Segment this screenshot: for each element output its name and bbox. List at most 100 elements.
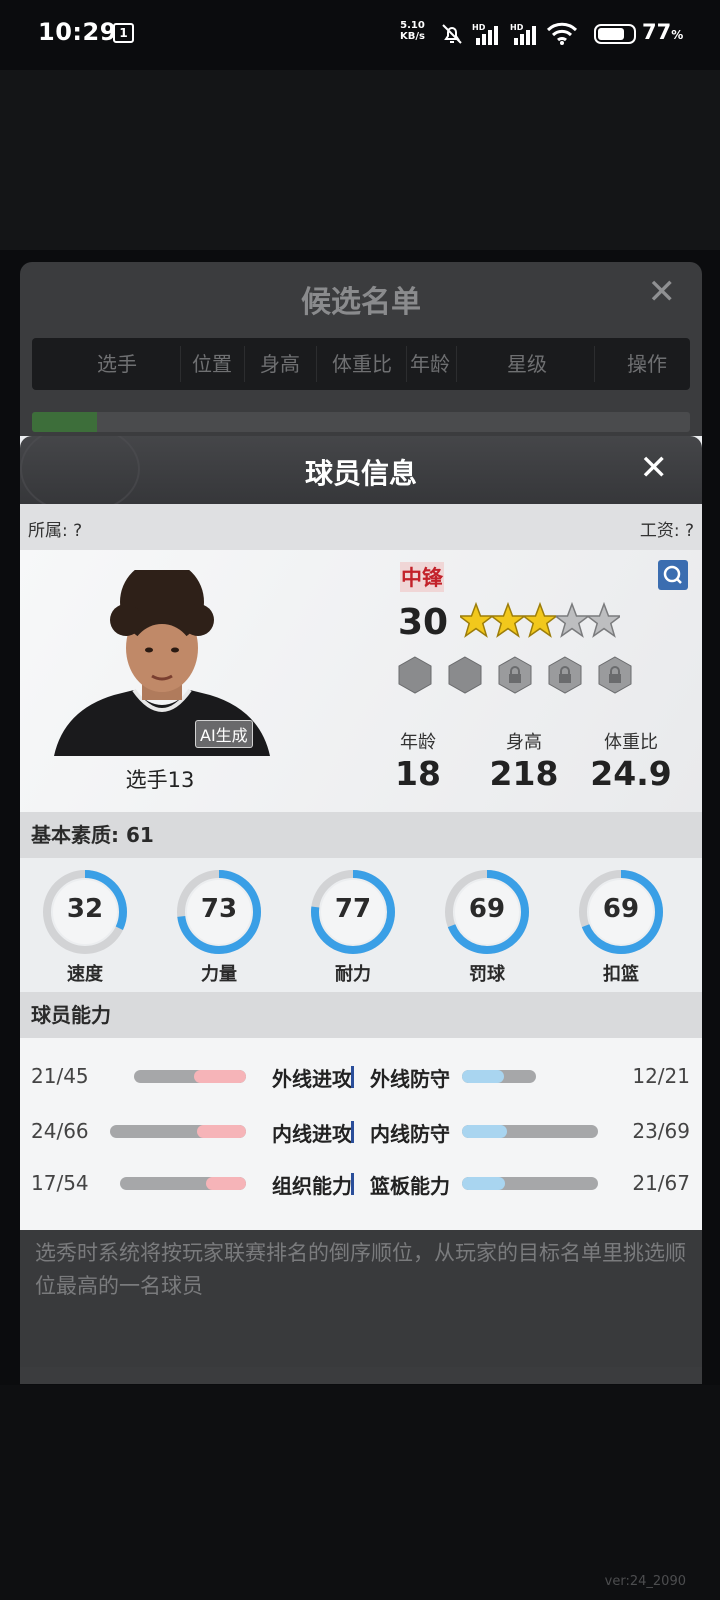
star-half-icon (588, 602, 620, 638)
ability-left-label: 组织能力 (272, 1174, 352, 1198)
ability-list: 21/45 外线进攻 外线防守 12/21 24/66 内线进攻 内线防守 23… (20, 1038, 702, 1230)
ability-left-label: 内线进攻 (272, 1122, 352, 1146)
mute-bell-icon (442, 24, 462, 44)
ring-speed: 32 速度 (41, 868, 129, 986)
ring-free-throw: 69 罚球 (443, 868, 531, 986)
ring-value: 69 (602, 894, 640, 924)
network-speed-value: 5.10 (400, 20, 425, 31)
ring-label: 速度 (67, 964, 103, 985)
signal-icon-2: HD (510, 23, 536, 45)
dimmed-background (0, 70, 720, 250)
weight-ratio-value: 24.9 (590, 754, 672, 793)
draft-rule-note: 选秀时系统将按玩家联赛排名的倒序顺位，从玩家的目标名单里挑选顺位最高的一名球员 (20, 1217, 702, 1367)
svg-text:HD: HD (510, 23, 524, 32)
age-value: 18 (395, 754, 441, 793)
ability-right-label: 篮板能力 (370, 1174, 450, 1198)
locked-slot-icon[interactable] (548, 656, 582, 694)
ring-stamina: 77 耐力 (309, 868, 397, 986)
hexagon-slot-icon[interactable] (448, 656, 482, 694)
height-label: 身高 (506, 732, 542, 753)
ring-value: 32 (66, 894, 104, 924)
col-stars: 星级 (507, 352, 547, 376)
network-speed: 5.10 KB/s (400, 20, 425, 42)
star-rating (460, 602, 620, 642)
ability-row: 24/66 内线进攻 内线防守 23/69 (20, 1111, 702, 1151)
ability-right-label: 内线防守 (370, 1122, 450, 1146)
ring-dunk: 69 扣篮 (577, 868, 665, 986)
ability-divider (351, 1173, 354, 1195)
col-height: 身高 (260, 352, 300, 376)
version-text: ver:24_2090 (604, 1574, 686, 1589)
candidate-table-header: 选手 位置 身高 体重比 年龄 星级 操作 (32, 338, 690, 390)
ability-left-value: 24/66 (31, 1119, 89, 1143)
ability-left-bar (110, 1125, 246, 1138)
ability-right-bar (462, 1177, 598, 1190)
star-empty-icon (556, 602, 588, 638)
ability-left-value: 21/45 (31, 1064, 89, 1088)
ability-right-value: 12/21 (632, 1064, 690, 1088)
ability-right-bar (462, 1125, 598, 1138)
ring-label: 力量 (201, 964, 237, 985)
player-summary: AI生成 选手13 中锋 30 年龄 18 身高 218 体重比 24.9 (20, 550, 702, 812)
ai-generated-tag: AI生成 (195, 720, 253, 748)
col-position: 位置 (192, 352, 232, 376)
position-badge: 中锋 (400, 562, 444, 592)
ability-right-bar (462, 1070, 536, 1083)
basic-quality-header: 基本素质: 61 (20, 812, 702, 858)
svg-text:HD: HD (472, 23, 486, 32)
player-info-dialog: 球员信息 ✕ 所属: ? 工资: ? AI生成 选手13 中锋 30 年龄 18… (20, 436, 702, 1230)
candidate-row[interactable] (32, 412, 690, 432)
ring-strength: 73 力量 (175, 868, 263, 986)
network-speed-unit: KB/s (400, 31, 425, 42)
ring-label: 耐力 (335, 964, 371, 985)
candidate-list-close-icon[interactable]: ✕ (648, 272, 677, 312)
ability-divider (351, 1121, 354, 1143)
col-action: 操作 (627, 352, 667, 376)
player-meta-bar: 所属: ? 工资: ? (20, 504, 702, 550)
age-label: 年龄 (400, 732, 436, 753)
ring-value: 73 (200, 894, 238, 924)
candidate-list-title: 候选名单 (301, 285, 421, 320)
star-icon (524, 602, 556, 638)
ring-value: 77 (334, 894, 372, 924)
battery-icon (594, 24, 636, 44)
skill-slots (398, 656, 632, 694)
player-rating: 30 (398, 602, 449, 643)
close-icon[interactable]: ✕ (640, 448, 669, 488)
search-icon[interactable] (658, 560, 688, 590)
ring-value: 69 (468, 894, 506, 924)
locked-slot-icon[interactable] (498, 656, 532, 694)
player-info-title: 球员信息 (304, 457, 417, 490)
ability-left-value: 17/54 (31, 1171, 89, 1195)
basic-quality-rings: 32 速度 73 力量 77 耐力 69 罚球 69 扣篮 (20, 858, 702, 992)
ability-left-label: 外线进攻 (272, 1067, 352, 1091)
battery-percent: 77% (642, 20, 684, 44)
player-name: 选手13 (125, 768, 195, 792)
ability-right-label: 外线防守 (370, 1067, 450, 1091)
ability-right-value: 23/69 (632, 1119, 690, 1143)
wifi-icon (546, 22, 578, 45)
affiliation-text: 所属: ? (28, 521, 83, 541)
weight-ratio-label: 体重比 (604, 732, 658, 753)
dimmed-background-bottom (0, 1385, 720, 1600)
ring-label: 罚球 (469, 964, 505, 985)
ability-row: 21/45 外线进攻 外线防守 12/21 (20, 1056, 702, 1096)
ring-label: 扣篮 (603, 964, 639, 985)
col-weight-ratio: 体重比 (332, 352, 392, 376)
ability-left-bar (120, 1177, 246, 1190)
hexagon-slot-icon[interactable] (398, 656, 432, 694)
col-player: 选手 (97, 352, 137, 376)
star-icon (492, 602, 524, 638)
salary-text: 工资: ? (639, 521, 694, 541)
status-bar: 10:29 1 5.10 KB/s HD HD 77% (0, 0, 720, 70)
star-icon (460, 602, 492, 638)
locked-slot-icon[interactable] (598, 656, 632, 694)
ability-header: 球员能力 (20, 992, 702, 1038)
height-value: 218 (489, 754, 559, 793)
status-icons: HD HD (440, 20, 578, 48)
ability-divider (351, 1066, 354, 1088)
notification-badge-icon: 1 (113, 23, 134, 43)
col-age: 年龄 (410, 352, 450, 376)
ability-row: 17/54 组织能力 篮板能力 21/67 (20, 1163, 702, 1203)
player-info-header: 球员信息 ✕ (20, 436, 702, 514)
